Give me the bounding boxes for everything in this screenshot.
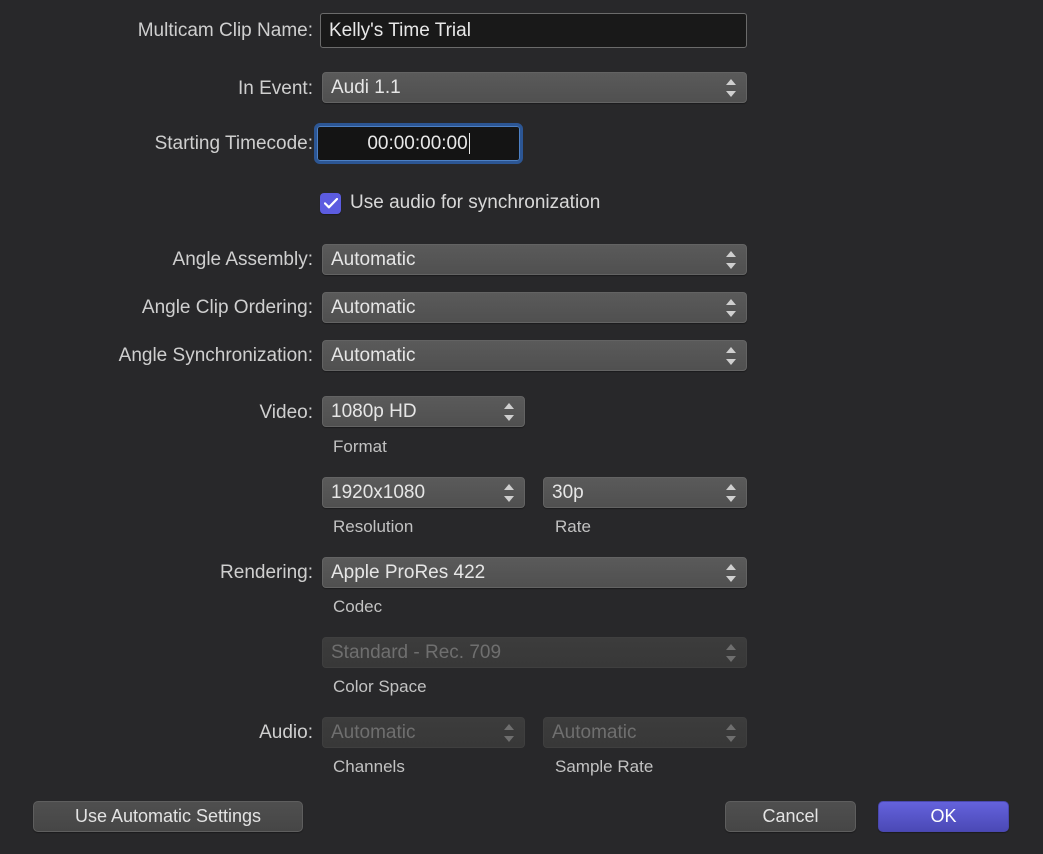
video-rate-caption: Rate bbox=[555, 517, 591, 537]
chevron-updown-icon bbox=[724, 343, 738, 369]
rendering-codec-value: Apple ProRes 422 bbox=[331, 562, 718, 584]
video-format-caption: Format bbox=[333, 437, 387, 457]
rendering-color-space-caption: Color Space bbox=[333, 677, 427, 697]
clip-name-input[interactable]: Kelly's Time Trial bbox=[320, 13, 747, 48]
rendering-color-space-popup: Standard - Rec. 709 bbox=[322, 637, 747, 668]
audio-label: Audio: bbox=[0, 722, 313, 744]
video-format-popup[interactable]: 1080p HD bbox=[322, 396, 525, 427]
angle-assembly-value: Automatic bbox=[331, 249, 718, 271]
chevron-updown-icon bbox=[502, 480, 516, 506]
video-format-value: 1080p HD bbox=[331, 401, 496, 423]
video-resolution-popup[interactable]: 1920x1080 bbox=[322, 477, 525, 508]
video-rate-popup[interactable]: 30p bbox=[543, 477, 747, 508]
angle-synchronization-value: Automatic bbox=[331, 345, 718, 367]
audio-channels-value: Automatic bbox=[331, 722, 496, 744]
chevron-updown-icon bbox=[502, 720, 516, 746]
chevron-updown-icon bbox=[502, 399, 516, 425]
audio-channels-caption: Channels bbox=[333, 757, 405, 777]
multicam-clip-settings-dialog: Multicam Clip Name: Kelly's Time Trial I… bbox=[0, 0, 1043, 854]
audio-sample-rate-caption: Sample Rate bbox=[555, 757, 653, 777]
clip-name-value: Kelly's Time Trial bbox=[329, 20, 471, 42]
video-rate-value: 30p bbox=[552, 482, 718, 504]
angle-assembly-popup[interactable]: Automatic bbox=[322, 244, 747, 275]
video-resolution-caption: Resolution bbox=[333, 517, 413, 537]
rendering-label: Rendering: bbox=[0, 562, 313, 584]
angle-synchronization-label: Angle Synchronization: bbox=[0, 345, 313, 367]
angle-assembly-label: Angle Assembly: bbox=[0, 249, 313, 271]
ok-button[interactable]: OK bbox=[878, 801, 1009, 832]
use-automatic-settings-button[interactable]: Use Automatic Settings bbox=[33, 801, 303, 832]
cancel-button[interactable]: Cancel bbox=[725, 801, 856, 832]
use-audio-sync-label: Use audio for synchronization bbox=[350, 192, 600, 214]
chevron-updown-icon bbox=[724, 480, 738, 506]
chevron-updown-icon bbox=[724, 640, 738, 666]
chevron-updown-icon bbox=[724, 560, 738, 586]
chevron-updown-icon bbox=[724, 247, 738, 273]
clip-name-label: Multicam Clip Name: bbox=[0, 20, 313, 42]
in-event-popup[interactable]: Audi 1.1 bbox=[322, 72, 747, 103]
rendering-codec-caption: Codec bbox=[333, 597, 382, 617]
starting-timecode-label: Starting Timecode: bbox=[0, 133, 313, 155]
checkbox-checked-icon[interactable] bbox=[320, 193, 341, 214]
audio-sample-rate-value: Automatic bbox=[552, 722, 718, 744]
angle-synchronization-popup[interactable]: Automatic bbox=[322, 340, 747, 371]
angle-clip-ordering-label: Angle Clip Ordering: bbox=[0, 297, 313, 319]
starting-timecode-input[interactable]: 00:00:00:00 bbox=[317, 126, 520, 161]
angle-clip-ordering-popup[interactable]: Automatic bbox=[322, 292, 747, 323]
in-event-value: Audi 1.1 bbox=[331, 77, 718, 99]
chevron-updown-icon bbox=[724, 720, 738, 746]
chevron-updown-icon bbox=[724, 75, 738, 101]
angle-clip-ordering-value: Automatic bbox=[331, 297, 718, 319]
starting-timecode-value: 00:00:00:00 bbox=[367, 133, 467, 155]
text-caret bbox=[469, 133, 470, 154]
in-event-label: In Event: bbox=[0, 78, 313, 100]
rendering-color-space-value: Standard - Rec. 709 bbox=[331, 642, 718, 664]
use-audio-sync-checkbox-row[interactable]: Use audio for synchronization bbox=[320, 192, 600, 214]
chevron-updown-icon bbox=[724, 295, 738, 321]
video-label: Video: bbox=[0, 402, 313, 424]
video-resolution-value: 1920x1080 bbox=[331, 482, 496, 504]
rendering-codec-popup[interactable]: Apple ProRes 422 bbox=[322, 557, 747, 588]
audio-channels-popup: Automatic bbox=[322, 717, 525, 748]
audio-sample-rate-popup: Automatic bbox=[543, 717, 747, 748]
